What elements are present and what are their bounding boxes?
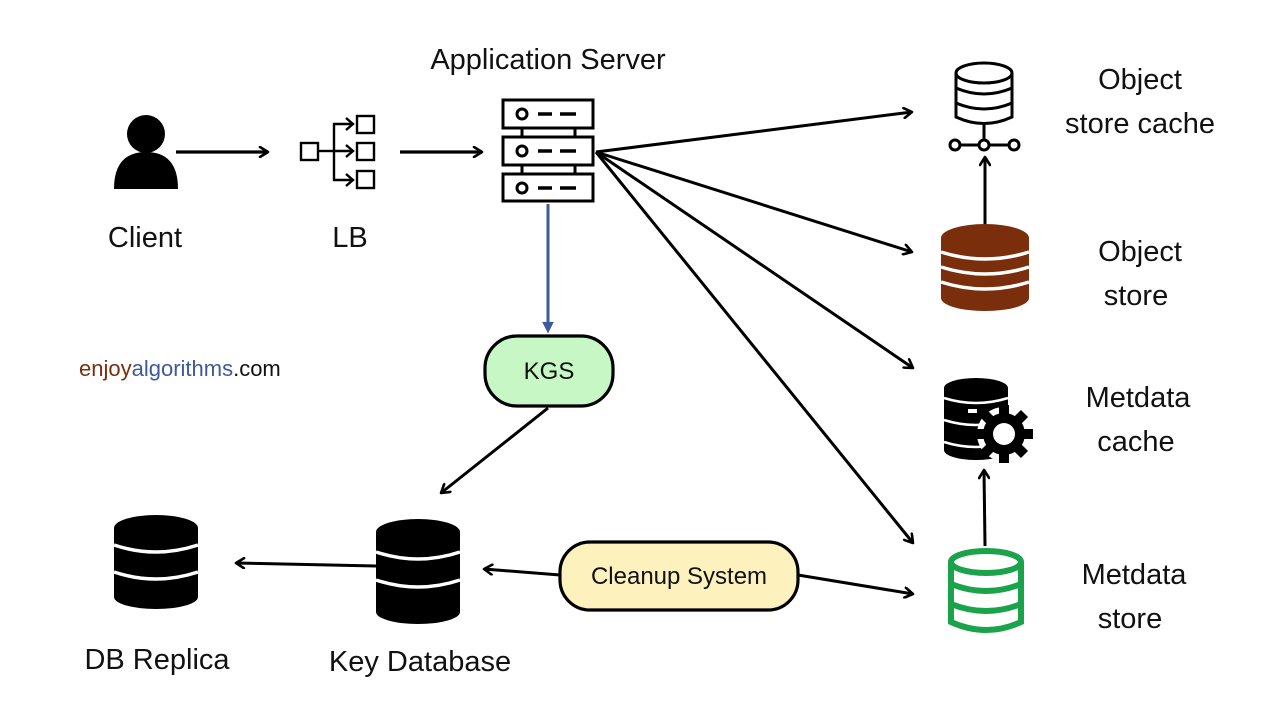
metadata-store-label-1: Metdata <box>1081 559 1187 591</box>
watermark-part-algorithms: algorithms <box>131 356 234 381</box>
database-network-icon <box>948 61 1021 152</box>
edge-app-server-to-metadata-cache <box>595 150 913 368</box>
app-server-label: Application Server <box>430 44 666 76</box>
client-label: Client <box>107 222 183 254</box>
db-replica-icon <box>113 515 199 609</box>
metadata-cache-label-1: Metdata <box>1085 382 1191 414</box>
metadata-store-label-2: store <box>1097 603 1163 635</box>
key-database-label: Key Database <box>328 646 512 678</box>
edge-cleanup-to-metadata-store <box>797 573 913 594</box>
user-icon <box>114 115 178 189</box>
key-database-icon <box>375 519 461 624</box>
edge-cleanup-to-key-database <box>484 569 561 577</box>
edge-app-server-to-object-store-cache <box>595 112 912 154</box>
object-store-label-1: Object <box>1098 236 1182 268</box>
object-store-label-2: store <box>1103 280 1169 312</box>
edge-kgs-to-key-database <box>441 406 549 493</box>
cleanup-system-node[interactable]: Cleanup System <box>558 540 800 612</box>
metadata-store-icon <box>948 548 1024 633</box>
edge-key-database-to-db-replica <box>236 563 377 566</box>
cleanup-system-label: Cleanup System <box>591 563 767 590</box>
metadata-cache-label-2: cache <box>1097 426 1175 458</box>
server-rack-icon <box>501 98 595 203</box>
db-replica-label: DB Replica <box>84 644 230 676</box>
lb-label: LB <box>332 222 368 254</box>
object-store-cache-label-2: store cache <box>1065 108 1215 140</box>
kgs-node[interactable]: KGS <box>483 334 615 408</box>
watermark-part-enjoy: enjoy <box>79 356 132 381</box>
edge-metadata-store-to-metadata-cache <box>984 470 985 547</box>
edge-app-server-to-object-store <box>595 150 912 252</box>
load-balancer-icon <box>299 114 376 190</box>
watermark: enjoyalgorithms.com <box>79 356 281 382</box>
database-gear-icon <box>943 378 1033 463</box>
object-store-icon <box>940 224 1030 311</box>
watermark-part-com: .com <box>233 356 281 381</box>
kgs-label: KGS <box>524 358 575 385</box>
edge-app-server-to-metadata-store <box>594 151 913 543</box>
object-store-cache-label-1: Object <box>1098 64 1182 96</box>
